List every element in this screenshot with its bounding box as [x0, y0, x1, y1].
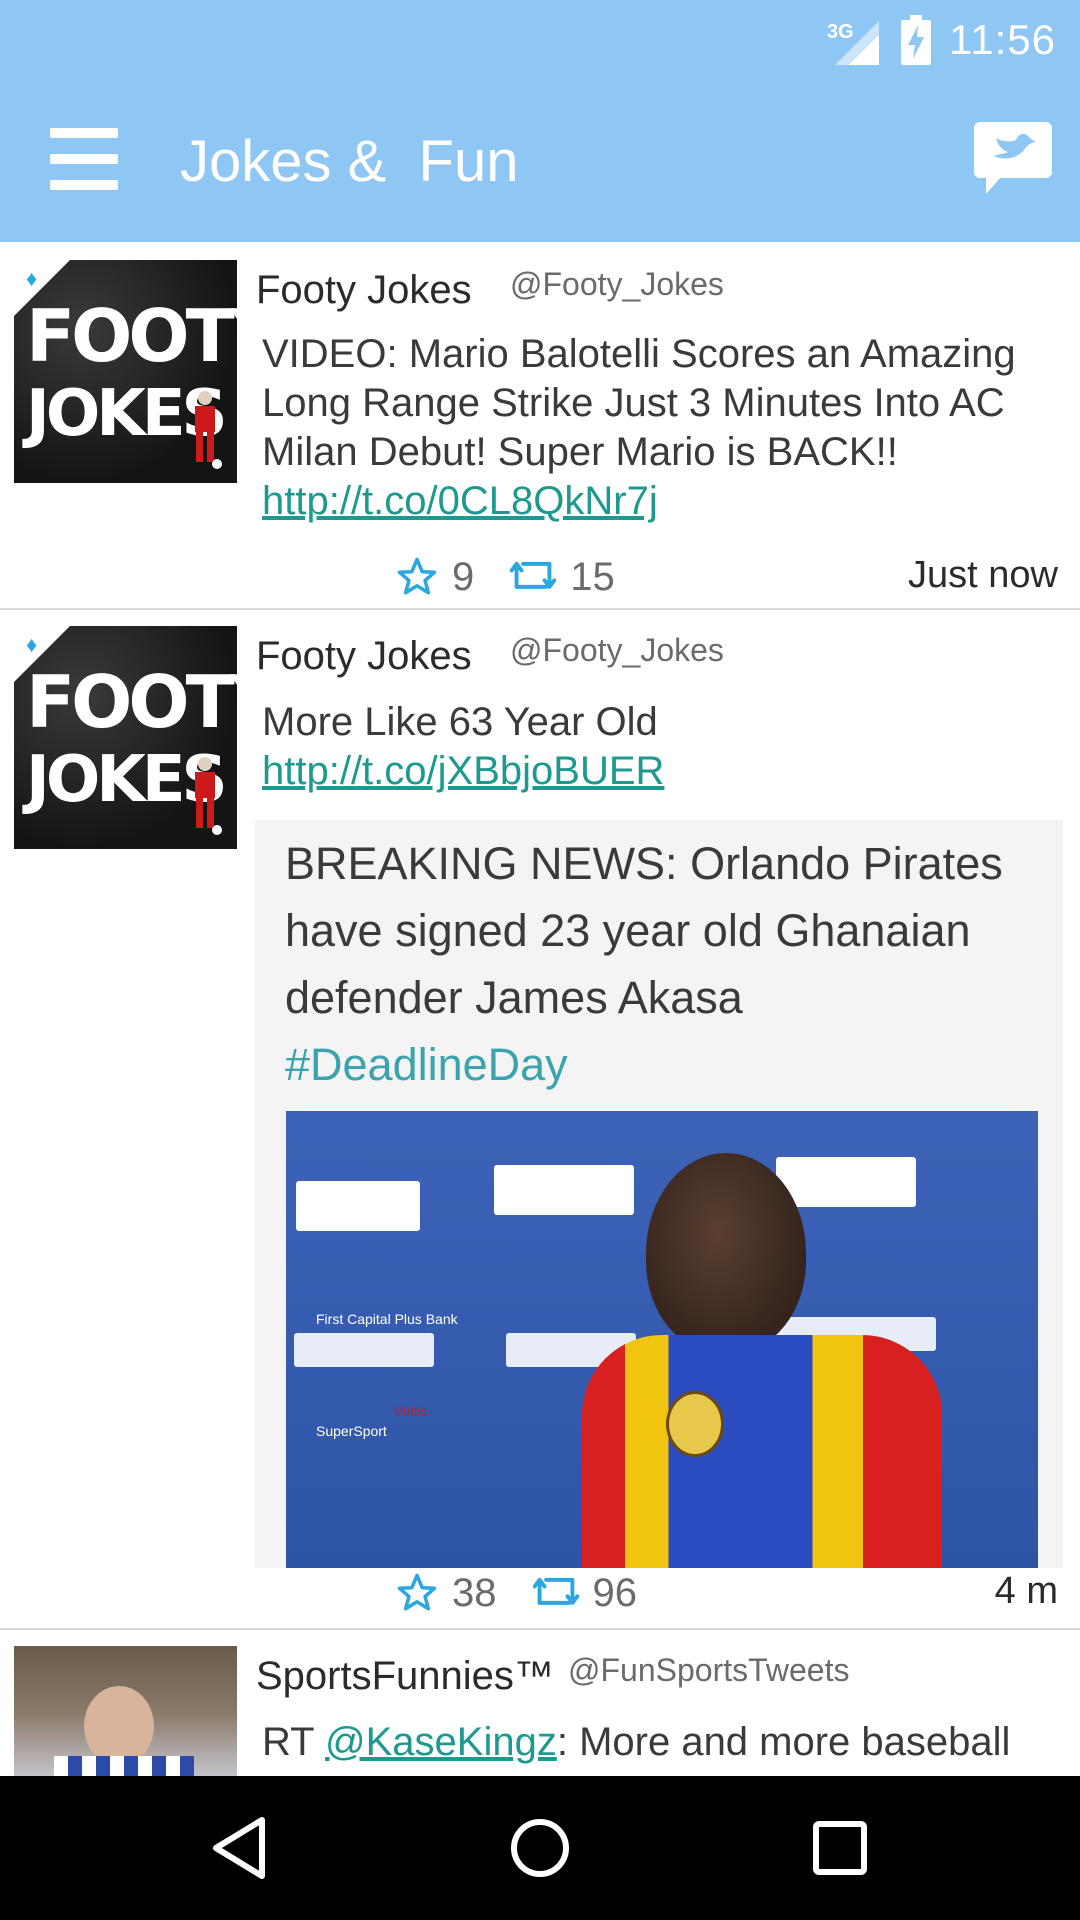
retweet-button[interactable]: 96 — [532, 1570, 638, 1616]
home-icon[interactable] — [504, 1812, 576, 1884]
person-shirt — [582, 1335, 942, 1568]
favorite-button[interactable]: 38 — [396, 1571, 497, 1616]
navigation-bar — [0, 1776, 1080, 1920]
recents-icon[interactable] — [804, 1812, 876, 1884]
tweet-mention[interactable]: @KaseKingz — [325, 1720, 557, 1764]
tweet-author-handle[interactable]: @Footy_Jokes — [510, 632, 724, 669]
tweet-timestamp: Just now — [908, 554, 1058, 596]
player-figure-icon — [195, 391, 222, 469]
media-headline: BREAKING NEWS: Orlando Pirates have sign… — [285, 838, 1003, 1090]
tweet-author-name[interactable]: Footy Jokes — [256, 634, 472, 679]
status-bar: 3G 11:56 — [0, 0, 1080, 80]
retweet-count: 15 — [570, 554, 615, 599]
divider — [0, 608, 1080, 610]
star-icon — [397, 557, 437, 595]
retweet-icon — [510, 561, 557, 589]
media-photo: First Capital Plus Bank Voltic SuperSpor… — [286, 1111, 1038, 1568]
club-crest-icon — [666, 1391, 724, 1457]
tweet-actions: 38 96 — [396, 1568, 637, 1618]
media-hashtag: #DeadlineDay — [285, 1039, 568, 1090]
tweet-text: More Like 63 Year Old http://t.co/jXBbjo… — [262, 700, 665, 793]
compose-tweet-icon[interactable] — [972, 120, 1054, 196]
retweet-icon — [532, 1577, 579, 1605]
divider — [0, 1628, 1080, 1630]
tweet-author-name[interactable]: Footy Jokes — [256, 268, 472, 313]
tweet-text: VIDEO: Mario Balotelli Scores an Amazing… — [262, 332, 1016, 523]
status-time: 11:56 — [949, 16, 1056, 63]
tweet-link[interactable]: http://t.co/0CL8QkNr7j — [262, 479, 658, 523]
tweet-author-handle[interactable]: @FunSportsTweets — [568, 1652, 849, 1689]
tweet-author-name[interactable]: SportsFunnies™ — [256, 1654, 554, 1699]
app-bar: Jokes & Fun — [0, 80, 1080, 242]
hamburger-menu-icon[interactable] — [50, 128, 118, 190]
avatar[interactable] — [14, 1646, 237, 1776]
sponsor-text: SuperSport — [316, 1423, 387, 1439]
back-icon[interactable] — [204, 1812, 276, 1884]
tweet-link[interactable]: http://t.co/jXBbjoBUER — [262, 749, 664, 793]
favorite-count: 9 — [452, 554, 475, 599]
favorite-button[interactable]: 9 — [396, 555, 474, 600]
tweet-actions: 9 15 — [396, 552, 615, 602]
avatar[interactable]: ♦ FOOTY JOKES — [14, 626, 237, 849]
tweet-text: RT @KaseKingz: More and more baseball — [262, 1720, 1011, 1764]
twitter-bird-icon: ♦ — [26, 266, 38, 291]
signal-icon: 3G — [827, 15, 883, 65]
retweet-button[interactable]: 15 — [510, 555, 615, 600]
tweet-timestamp: 4 m — [994, 1570, 1058, 1612]
favorite-count: 38 — [452, 1570, 497, 1615]
sponsor-text: Voltic — [394, 1403, 428, 1419]
person-head — [646, 1153, 806, 1353]
sponsor-text: First Capital Plus Bank — [316, 1311, 458, 1327]
battery-charging-icon — [901, 15, 931, 65]
tweet-feed[interactable]: ♦ FOOTY JOKES Footy Jokes @Footy_Jokes V… — [0, 242, 1080, 1776]
retweet-count: 96 — [592, 1570, 638, 1615]
tweet-media-image[interactable]: BREAKING NEWS: Orlando Pirates have sign… — [255, 820, 1063, 1568]
player-figure-icon — [195, 757, 222, 835]
twitter-bird-icon: ♦ — [26, 632, 38, 657]
star-icon — [397, 1573, 437, 1611]
avatar[interactable]: ♦ FOOTY JOKES — [14, 260, 237, 483]
tweet-author-handle[interactable]: @Footy_Jokes — [510, 266, 724, 303]
status-icons: 3G 11:56 — [827, 10, 1056, 70]
app-title: Jokes & Fun — [180, 129, 519, 194]
